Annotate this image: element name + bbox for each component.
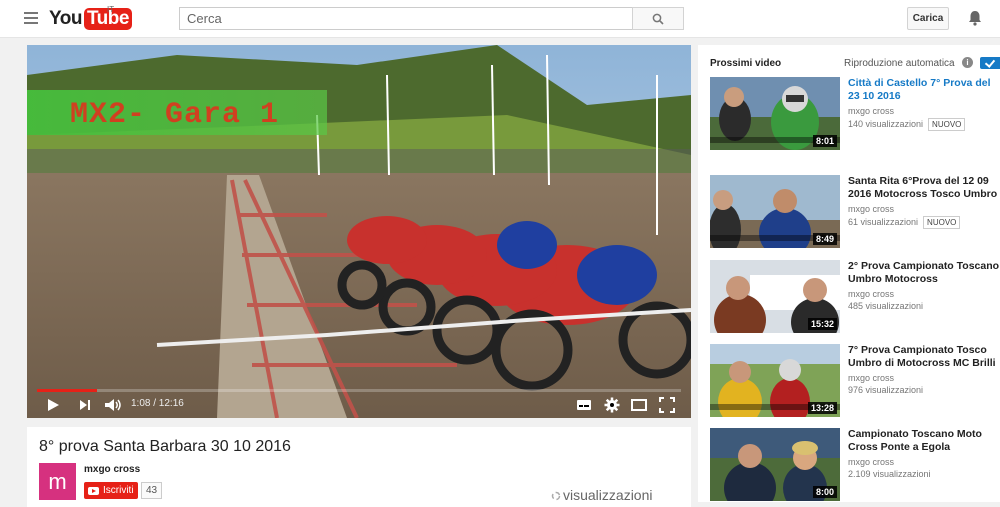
video-info-card: 8° prova Santa Barbara 30 10 2016 m mxgo… (27, 427, 691, 507)
player-controls: 1:08 / 12:16 (27, 393, 691, 418)
youtube-logo[interactable]: You Tube IT (49, 5, 132, 31)
search-button[interactable] (632, 7, 684, 30)
channel-avatar[interactable]: m (39, 463, 76, 500)
logo-country-code: IT (107, 5, 115, 14)
video-thumbnail[interactable]: 8:00 (710, 428, 840, 501)
theater-mode-icon[interactable] (630, 396, 648, 414)
related-video-title[interactable]: Santa Rita 6°Prova del 12 09 2016 Motocr… (848, 175, 1000, 201)
related-video-item[interactable]: 8:01 Città di Castello 7° Prova del 23 1… (710, 77, 1000, 152)
video-duration: 8:01 (812, 135, 837, 147)
video-title: 8° prova Santa Barbara 30 10 2016 (39, 438, 291, 455)
video-thumbnail[interactable]: 13:28 (710, 344, 840, 417)
related-video-channel: mxgo cross (848, 106, 895, 116)
upload-button[interactable]: Carica (907, 7, 949, 30)
subscribe-button[interactable]: Iscriviti (84, 482, 138, 499)
related-videos-sidebar: Prossimi video Riproduzione automatica i… (698, 45, 1000, 502)
related-video-meta: 140 visualizzazioni NUOVO (848, 118, 966, 131)
related-video-title[interactable]: Città di Castello 7° Prova del 23 10 201… (848, 77, 1000, 103)
fullscreen-icon[interactable] (658, 396, 676, 414)
info-icon[interactable]: i (962, 57, 973, 68)
video-player[interactable]: MX2- Gara 1 1:08 / 12:16 (27, 45, 691, 418)
autoplay-label: Riproduzione automatica (844, 58, 955, 69)
video-duration: 8:49 (812, 233, 837, 245)
video-overlay-title: MX2- Gara 1 (27, 90, 327, 135)
related-video-channel: mxgo cross (848, 204, 895, 214)
related-video-channel: mxgo cross (848, 289, 895, 299)
video-duration: 15:32 (807, 318, 837, 330)
video-duration: 13:28 (807, 402, 837, 414)
volume-icon[interactable] (103, 396, 123, 414)
related-video-views: 140 visualizzazioni (848, 119, 924, 129)
search-box (179, 7, 633, 30)
related-video-channel: mxgo cross (848, 457, 895, 467)
related-video-views: 976 visualizzazioni (848, 385, 924, 395)
related-video-item[interactable]: 13:28 7° Prova Campionato Tosco Umbro di… (710, 344, 1000, 419)
related-video-title[interactable]: 7° Prova Campionato Tosco Umbro di Motoc… (848, 344, 1000, 370)
notifications-bell-icon[interactable] (966, 9, 984, 27)
search-input[interactable] (180, 8, 632, 29)
subscribe-label: Iscriviti (103, 485, 134, 496)
related-video-meta: 61 visualizzazioni NUOVO (848, 216, 961, 229)
related-video-title[interactable]: Campionato Toscano Moto Cross Ponte a Eg… (848, 428, 1000, 454)
next-video-icon[interactable] (77, 396, 93, 414)
overlay-title-text: MX2- Gara 1 (70, 98, 280, 132)
youtube-play-icon (88, 486, 99, 495)
play-icon[interactable] (45, 396, 61, 414)
video-thumbnail[interactable]: 15:32 (710, 260, 840, 333)
subtitles-icon[interactable] (575, 396, 593, 414)
channel-name[interactable]: mxgo cross (84, 464, 140, 475)
loading-spinner-icon (551, 491, 561, 501)
settings-gear-icon[interactable] (603, 396, 621, 414)
hamburger-menu-icon[interactable] (24, 12, 38, 24)
related-video-views: 61 visualizzazioni (848, 217, 919, 227)
subscriber-count: 43 (141, 482, 163, 499)
progress-bar[interactable] (37, 389, 681, 392)
masthead: You Tube IT Carica (0, 0, 1000, 38)
related-video-title[interactable]: 2° Prova Campionato Toscano Umbro Motocr… (848, 260, 1000, 286)
progress-fill (37, 389, 97, 392)
related-video-views: 485 visualizzazioni (848, 301, 924, 311)
new-badge: NUOVO (928, 118, 966, 131)
video-thumbnail[interactable]: 8:01 (710, 77, 840, 150)
view-count-label: visualizzazioni (563, 487, 653, 503)
related-video-views: 2.109 visualizzazioni (848, 469, 931, 479)
logo-you-text: You (49, 8, 82, 29)
new-badge: NUOVO (923, 216, 961, 229)
up-next-heading: Prossimi video (710, 58, 782, 69)
autoplay-toggle[interactable] (980, 57, 1000, 69)
related-video-item[interactable]: 8:49 Santa Rita 6°Prova del 12 09 2016 M… (710, 175, 1000, 250)
related-video-item[interactable]: 15:32 2° Prova Campionato Toscano Umbro … (710, 260, 1000, 335)
time-display: 1:08 / 12:16 (131, 398, 184, 409)
video-thumbnail[interactable]: 8:49 (710, 175, 840, 248)
video-duration: 8:00 (812, 486, 837, 498)
search-icon (652, 13, 664, 25)
related-video-channel: mxgo cross (848, 373, 895, 383)
related-video-item[interactable]: 8:00 Campionato Toscano Moto Cross Ponte… (710, 428, 1000, 502)
